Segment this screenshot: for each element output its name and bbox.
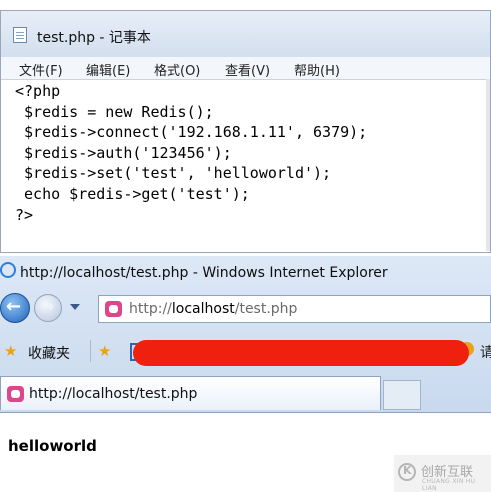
ie-icon [0,262,16,278]
page-content: helloworld 创新互联 CHUANG XIN HU LIAN [0,412,491,492]
tab-label: http://localhost/test.php [29,386,198,402]
address-bar[interactable]: http://localhost/test.php [98,295,491,323]
notepad-title-bar: test.php - 记事本 [1,11,490,57]
menu-file[interactable]: 文件(F) [19,60,63,79]
ie-title-bar: http://localhost/test.php - Windows Inte… [0,256,491,288]
watermark-k-icon [398,463,416,481]
page-output-text: helloworld [8,437,97,455]
notepad-title: test.php - 记事本 [37,30,151,46]
favorite-tail-label[interactable]: 请 [480,342,491,362]
favorites-bar: ★ 收藏夹 ★ 请 [0,338,491,366]
tab-bar: http://localhost/test.php [0,374,491,412]
forward-button[interactable] [34,294,62,322]
notepad-window: test.php - 记事本 文件(F) 编辑(E) 格式(O) 查看(V) 帮… [0,10,491,253]
notepad-icon [13,27,27,43]
notepad-text-area[interactable]: <?php $redis = new Redis(); $redis->conn… [15,81,367,225]
favorites-button[interactable]: 收藏夹 [28,343,70,363]
new-tab-button[interactable] [383,380,421,410]
notepad-menu-bar: 文件(F) 编辑(E) 格式(O) 查看(V) 帮助(H) [1,57,490,80]
ie-window: http://localhost/test.php - Windows Inte… [0,256,491,412]
notepad-scrollbar[interactable] [486,79,490,251]
address-url[interactable]: http://localhost/test.php [129,301,297,317]
menu-edit[interactable]: 编辑(E) [86,60,130,79]
watermark-subtext: CHUANG XIN HU LIAN [422,478,476,492]
tab-test-php[interactable]: http://localhost/test.php [0,376,381,410]
history-dropdown-icon[interactable] [70,304,80,310]
watermark-logo: 创新互联 CHUANG XIN HU LIAN [394,455,491,492]
tab-page-icon [7,386,24,402]
redaction-mark [133,340,469,366]
favorites-star-icon[interactable]: ★ [4,342,17,360]
back-button[interactable] [0,293,30,323]
menu-help[interactable]: 帮助(H) [294,60,340,79]
favorites-separator [90,340,91,362]
ie-title: http://localhost/test.php - Windows Inte… [20,265,388,281]
menu-view[interactable]: 查看(V) [225,60,270,79]
page-icon [105,301,122,317]
menu-format[interactable]: 格式(O) [154,60,200,79]
add-favorite-icon[interactable]: ★ [98,342,111,360]
